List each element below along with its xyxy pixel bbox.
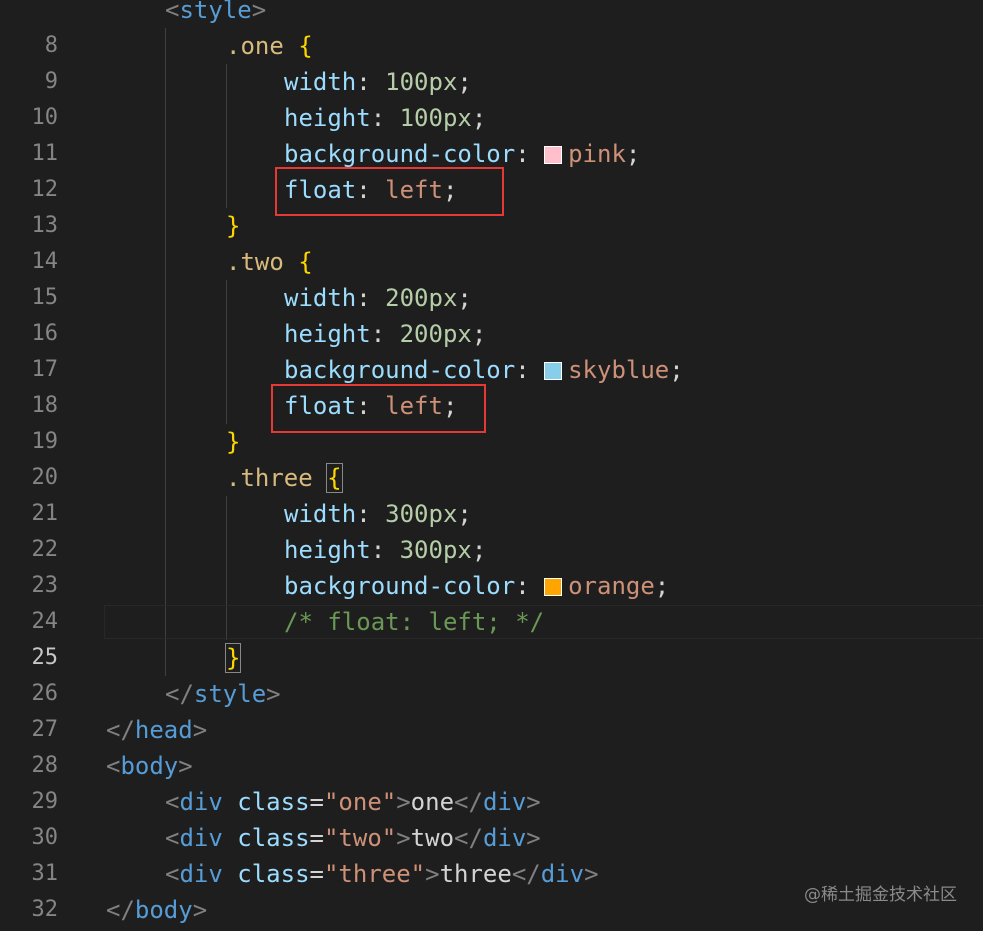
- line-code: .one {: [226, 32, 313, 60]
- line-code: <style>: [165, 0, 267, 24]
- line-code: width: 300px;: [284, 500, 472, 528]
- code-line[interactable]: 17 height: 200px;: [0, 316, 983, 382]
- line-code: }: [226, 428, 241, 456]
- code-line[interactable]: 29 <body>: [0, 748, 983, 814]
- code-line[interactable]: 18 background-color: skyblue;: [0, 352, 983, 418]
- highlight-box-line-13: [275, 167, 504, 216]
- code-line[interactable]: 20 }: [0, 424, 983, 490]
- code-editor[interactable]: 8 <style> 9 .one { 10 width: 100px; 11 h…: [0, 0, 983, 931]
- line-code: height: 100px;: [284, 104, 487, 132]
- code-line[interactable]: 23 height: 300px;: [0, 532, 983, 598]
- code-line[interactable]: 27 </style>: [0, 676, 983, 742]
- line-code: </head>: [106, 716, 208, 744]
- color-swatch-pink[interactable]: [544, 146, 563, 164]
- line-code: /* float: left; */: [284, 608, 545, 636]
- code-line[interactable]: 21 .three {: [0, 460, 983, 526]
- code-line[interactable]: 28 </head>: [0, 712, 983, 778]
- code-line-active[interactable]: 25 /* float: left; */: [0, 604, 983, 670]
- code-line[interactable]: 15 .two {: [0, 244, 983, 310]
- code-line[interactable]: 22 width: 300px;: [0, 496, 983, 562]
- matched-brace: }: [224, 643, 242, 673]
- code-line[interactable]: 30 <div class="one">one</div>: [0, 784, 983, 850]
- line-code: height: 300px;: [284, 536, 487, 564]
- line-code: background-color: skyblue;: [284, 356, 684, 384]
- color-swatch-skyblue[interactable]: [544, 362, 563, 380]
- code-line[interactable]: 31 <div class="two">two</div>: [0, 820, 983, 886]
- highlight-box-line-19: [271, 384, 486, 433]
- line-code: <body>: [106, 752, 193, 780]
- code-line[interactable]: 10 width: 100px;: [0, 64, 983, 130]
- code-line[interactable]: 19 float: left;: [0, 388, 983, 454]
- line-code: <div class="one">one</div>: [165, 788, 541, 816]
- line-code: background-color: orange;: [284, 572, 670, 600]
- code-line[interactable]: 8 <style>: [0, 0, 983, 58]
- line-code: }: [224, 640, 242, 676]
- line-code: </style>: [165, 680, 281, 708]
- line-code: .three {: [226, 463, 343, 493]
- line-code: </body>: [106, 896, 208, 924]
- code-line[interactable]: 24 background-color: orange;: [0, 568, 983, 634]
- line-code: <div class="three">three</div>: [165, 860, 599, 888]
- line-code: width: 100px;: [284, 68, 472, 96]
- line-code: <div class="two">two</div>: [165, 824, 541, 852]
- line-code: width: 200px;: [284, 284, 472, 312]
- watermark: @稀土掘金技术社区: [804, 885, 957, 905]
- code-line[interactable]: 16 width: 200px;: [0, 280, 983, 346]
- matched-brace: {: [326, 463, 343, 493]
- line-code: }: [226, 212, 241, 240]
- line-code: height: 200px;: [284, 320, 487, 348]
- color-swatch-orange[interactable]: [544, 578, 563, 596]
- line-code: .two {: [226, 248, 313, 276]
- code-line[interactable]: 11 height: 100px;: [0, 100, 983, 166]
- code-line[interactable]: 9 .one {: [0, 28, 983, 94]
- code-line[interactable]: 26 }: [0, 640, 983, 706]
